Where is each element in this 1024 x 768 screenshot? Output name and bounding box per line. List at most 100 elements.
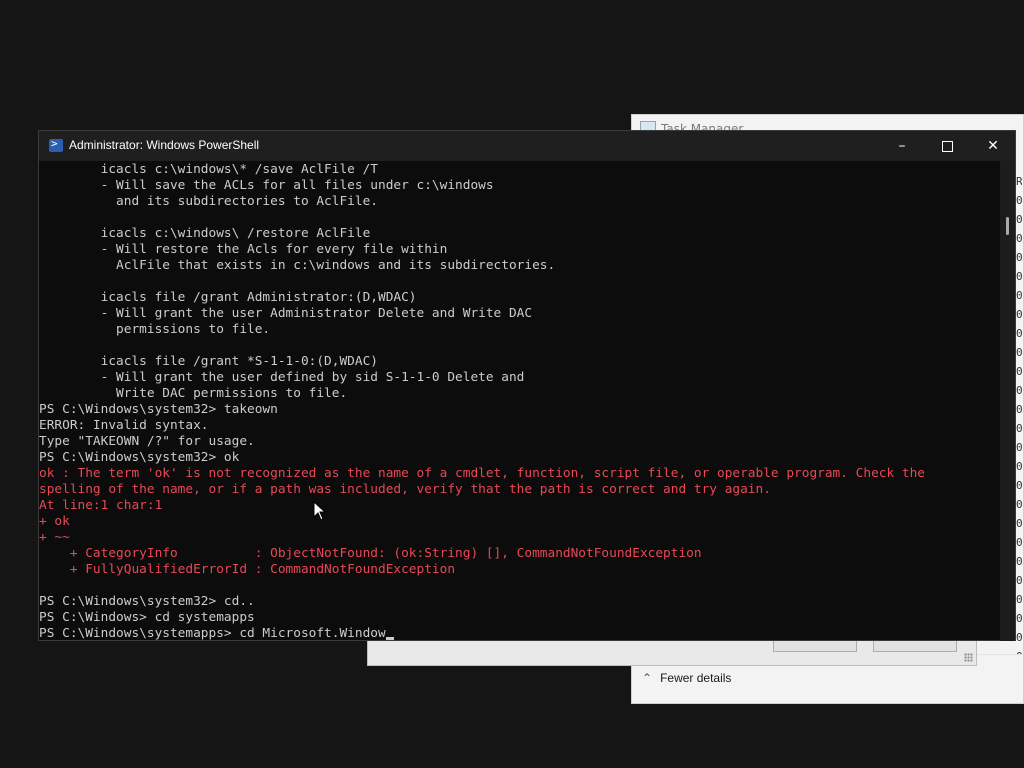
process-cell: 0	[1016, 593, 1022, 606]
line-text: - Will grant the user defined by sid S-1…	[39, 370, 525, 385]
process-cell: 0	[1016, 479, 1022, 492]
fewer-details-label: Fewer details	[660, 671, 732, 685]
line-text: Write DAC permissions to file.	[39, 386, 348, 401]
line-text: + FullyQualifiedErrorId : CommandNotFoun…	[39, 562, 456, 577]
error-line: spelling of the name, or if a path was i…	[39, 482, 1001, 498]
process-cell: 0	[1016, 346, 1022, 359]
process-cell: 0	[1016, 308, 1022, 321]
error-line: + FullyQualifiedErrorId : CommandNotFoun…	[39, 562, 1001, 578]
error-line: ok : The term 'ok' is not recognized as …	[39, 466, 1001, 482]
line-text: spelling of the name, or if a path was i…	[39, 482, 771, 497]
output-line: permissions to file.	[39, 322, 1001, 338]
scrollbar-thumb[interactable]	[1006, 217, 1009, 235]
line-text: icacls file /grant Administrator:(D,WDAC…	[39, 290, 417, 305]
output-line: - Will restore the Acls for every file w…	[39, 242, 1001, 258]
process-cell: 0	[1016, 498, 1022, 511]
line-text: icacls c:\windows\ /restore AclFile	[39, 226, 371, 241]
line-text: ok : The term 'ok' is not recognized as …	[39, 466, 926, 481]
minimize-button[interactable]: –	[879, 131, 925, 161]
powershell-window[interactable]: > Administrator: Windows PowerShell – ✕ …	[38, 130, 1016, 641]
line-text: permissions to file.	[39, 322, 271, 337]
output-line: Type "TAKEOWN /?" for usage.	[39, 434, 1001, 450]
maximize-icon	[941, 140, 953, 152]
output-line: Write DAC permissions to file.	[39, 386, 1001, 402]
line-text: - Will grant the user Administrator Dele…	[39, 306, 533, 321]
chevron-up-icon: ⌃	[642, 671, 653, 685]
error-line: + CategoryInfo : ObjectNotFound: (ok:Str…	[39, 546, 1001, 562]
line-text: At line:1 char:1	[39, 498, 163, 513]
process-cell: 0	[1016, 327, 1022, 340]
process-cell: 0	[1016, 251, 1022, 264]
line-text: - Will restore the Acls for every file w…	[39, 242, 448, 257]
process-cell: 0	[1016, 403, 1022, 416]
line-text: + ok	[39, 514, 70, 529]
output-line: AclFile that exists in c:\windows and it…	[39, 258, 1001, 274]
line-text: ERROR: Invalid syntax.	[39, 418, 209, 433]
text-cursor	[385, 637, 394, 640]
line-text: and its subdirectories to AclFile.	[39, 194, 378, 209]
process-cell: 0	[1016, 194, 1022, 207]
error-line: + ok	[39, 514, 1001, 530]
output-line: - Will grant the user defined by sid S-1…	[39, 370, 1001, 386]
line-text: + CategoryInfo : ObjectNotFound: (ok:Str…	[39, 546, 702, 561]
console-output[interactable]: icacls c:\windows\* /save AclFile /T - W…	[39, 161, 1001, 641]
process-cell: R	[1016, 175, 1022, 188]
process-cell: 0	[1016, 555, 1022, 568]
line-text: - Will save the ACLs for all files under…	[39, 178, 494, 193]
process-cell: 0	[1016, 612, 1022, 625]
maximize-button[interactable]	[924, 131, 970, 161]
process-cell: 0	[1016, 631, 1022, 644]
close-icon: ✕	[987, 138, 999, 154]
error-line: + ~~	[39, 530, 1001, 546]
command-line: PS C:\Windows\system32> ok	[39, 450, 1001, 466]
output-line: and its subdirectories to AclFile.	[39, 194, 1001, 210]
close-button[interactable]: ✕	[970, 131, 1016, 161]
command-line: PS C:\Windows\system32> cd..	[39, 594, 1001, 610]
line-text: Type "TAKEOWN /?" for usage.	[39, 434, 255, 449]
process-cell: 0	[1016, 270, 1022, 283]
output-line: icacls file /grant Administrator:(D,WDAC…	[39, 290, 1001, 306]
error-line: At line:1 char:1	[39, 498, 1001, 514]
window-title: Administrator: Windows PowerShell	[69, 138, 260, 152]
command-line: PS C:\Windows> cd systemapps	[39, 610, 1001, 626]
desktop: Task Manager R0000000000000000000000000 …	[0, 0, 1024, 768]
line-text: PS C:\Windows\system32> cd..	[39, 594, 255, 609]
process-cell: 0	[1016, 422, 1022, 435]
process-cell: 0	[1016, 460, 1022, 473]
process-cell: 0	[1016, 517, 1022, 530]
output-line: icacls file /grant *S-1-1-0:(D,WDAC)	[39, 354, 1001, 370]
process-cell: 0	[1016, 441, 1022, 454]
minimize-icon: –	[898, 138, 906, 154]
process-cell: 0	[1016, 365, 1022, 378]
process-cell: 0	[1016, 574, 1022, 587]
line-text: AclFile that exists in c:\windows and it…	[39, 258, 556, 273]
line-text: PS C:\Windows\system32> takeown	[39, 402, 278, 417]
output-line: - Will save the ACLs for all files under…	[39, 178, 1001, 194]
process-cell: 0	[1016, 384, 1022, 397]
line-text: + ~~	[39, 530, 70, 545]
vertical-scrollbar[interactable]	[1000, 161, 1015, 641]
output-line: icacls c:\windows\* /save AclFile /T	[39, 162, 1001, 178]
command-line: PS C:\Windows\systemapps> cd Microsoft.W…	[39, 626, 1001, 641]
line-text: PS C:\Windows\systemapps> cd Microsoft.W…	[39, 626, 386, 641]
output-line: icacls c:\windows\ /restore AclFile	[39, 226, 1001, 242]
resize-grip-icon[interactable]	[964, 653, 973, 662]
powershell-icon: >	[49, 137, 63, 152]
process-cell: 0	[1016, 536, 1022, 549]
line-text: PS C:\Windows\system32> ok	[39, 450, 240, 465]
fewer-details-button[interactable]: ⌃ Fewer details	[642, 671, 731, 685]
line-text: icacls c:\windows\* /save AclFile /T	[39, 162, 378, 177]
title-bar[interactable]: > Administrator: Windows PowerShell – ✕	[39, 131, 1015, 161]
output-line: ERROR: Invalid syntax.	[39, 418, 1001, 434]
line-text: PS C:\Windows> cd systemapps	[39, 610, 255, 625]
command-line: PS C:\Windows\system32> takeown	[39, 402, 1001, 418]
output-line: - Will grant the user Administrator Dele…	[39, 306, 1001, 322]
line-text: icacls file /grant *S-1-1-0:(D,WDAC)	[39, 354, 378, 369]
process-cell: 0	[1016, 289, 1022, 302]
process-cell: 0	[1016, 232, 1022, 245]
process-cell: 0	[1016, 213, 1022, 226]
